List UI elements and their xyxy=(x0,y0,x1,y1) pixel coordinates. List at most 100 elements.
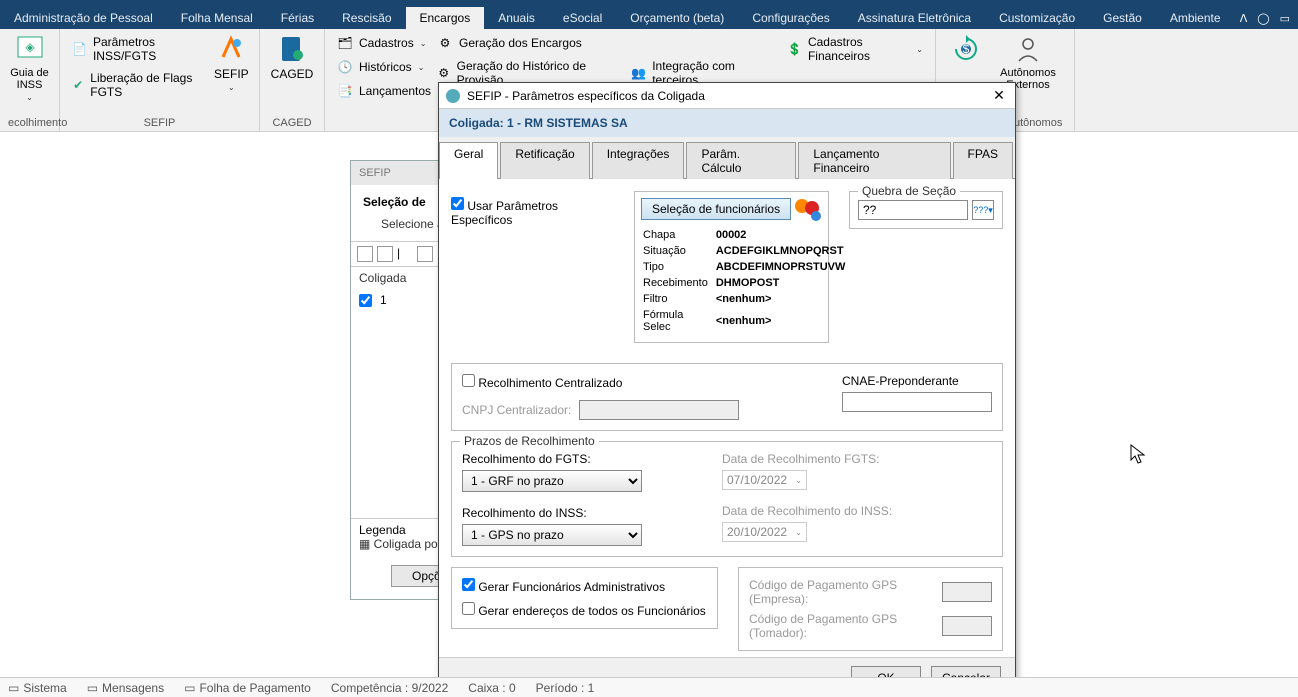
toolbar-icon[interactable] xyxy=(357,246,373,262)
svg-text:$: $ xyxy=(962,42,969,56)
kv-label: Filtro xyxy=(643,292,714,306)
toolbar-icon[interactable] xyxy=(417,246,433,262)
menu-folha[interactable]: Folha Mensal xyxy=(167,7,267,29)
legend-icon: ▦ xyxy=(359,537,374,551)
menu-esocial[interactable]: eSocial xyxy=(549,7,616,29)
gerar-enderecos-checkbox[interactable]: Gerar endereços de todos os Funcionários xyxy=(462,602,707,618)
kv-label: Recebimento xyxy=(643,276,714,290)
cursor-icon xyxy=(1130,444,1148,466)
menu-gestao[interactable]: Gestão xyxy=(1089,7,1156,29)
sefip-params-dialog: SEFIP - Parâmetros específicos da Coliga… xyxy=(438,82,1016,682)
kv-value: ABCDEFIMNOPRSTUVW xyxy=(716,260,852,274)
dialog-banner: Coligada: 1 - RM SISTEMAS SA xyxy=(439,109,1015,137)
status-caixa: Caixa : 0 xyxy=(468,681,515,695)
gerar-admin-checkbox[interactable]: Gerar Funcionários Administrativos xyxy=(462,578,707,594)
recolhimento-central-checkbox[interactable]: Recolhimento Centralizado xyxy=(462,374,822,390)
guia-inss-button[interactable]: ◈ Guia de INSS ⌄ xyxy=(8,33,51,102)
menu-anuais[interactable]: Anuais xyxy=(484,7,549,29)
tab-fpas[interactable]: FPAS xyxy=(953,142,1013,179)
rec-inss-label: Recolhimento do INSS: xyxy=(462,506,642,520)
row-checkbox[interactable] xyxy=(359,294,372,307)
help-icon[interactable]: ▭ xyxy=(1280,12,1290,25)
param-inss-fgts-button[interactable]: 📄Parâmetros INSS/FGTS xyxy=(68,33,200,65)
toolbar-icon[interactable] xyxy=(377,246,393,262)
cnae-label: CNAE-Preponderante xyxy=(842,374,992,388)
caged-button[interactable]: CAGED xyxy=(268,33,316,81)
close-button[interactable]: ✕ xyxy=(989,86,1009,106)
group-label: CAGED xyxy=(268,115,316,129)
chevron-down-icon: ⌄ xyxy=(228,83,235,92)
usar-param-checkbox[interactable]: Usar Parâmetros Específicos xyxy=(451,199,558,227)
liberacao-flags-button[interactable]: ✔Liberação de Flags FGTS xyxy=(68,69,200,101)
kv-value: ACDEFGIKLMNOPQRST xyxy=(716,244,852,258)
kv-value: DHMOPOST xyxy=(716,276,852,290)
kv-label: Situação xyxy=(643,244,714,258)
tab-param-calculo[interactable]: Parâm. Cálculo xyxy=(686,142,796,179)
group-label: SEFIP xyxy=(68,115,251,129)
gear-icon: ⚙ xyxy=(437,65,451,81)
menu-admin[interactable]: Administração de Pessoal xyxy=(0,7,167,29)
kv-label: Tipo xyxy=(643,260,714,274)
quebra-secao-label: Quebra de Seção xyxy=(858,184,960,198)
menu-encargos[interactable]: Encargos xyxy=(406,7,485,29)
refresh-icon: $ xyxy=(950,33,982,65)
status-sistema[interactable]: ▭Sistema xyxy=(8,681,67,695)
doc-icon: 📄 xyxy=(72,41,87,57)
rec-fgts-select[interactable]: 1 - GRF no prazo xyxy=(462,470,642,492)
collapse-icon[interactable]: ᐱ xyxy=(1240,12,1248,25)
tab-integracoes[interactable]: Integrações xyxy=(592,142,685,179)
data-fgts-input: 07/10/2022⌄ xyxy=(722,470,807,490)
cod-gps-tom-input xyxy=(942,616,992,636)
tab-lancamento[interactable]: Lançamento Financeiro xyxy=(798,142,950,179)
gear-icon: ⚙ xyxy=(437,35,453,51)
kv-value: <nenhum> xyxy=(716,292,852,306)
cnpj-input xyxy=(579,400,739,420)
history-icon: 🕓 xyxy=(337,59,353,75)
kv-label: Fórmula Selec xyxy=(643,308,714,334)
book-icon: ◈ xyxy=(14,33,46,65)
menu-config[interactable]: Configurações xyxy=(738,7,843,29)
geracao-encargos-button[interactable]: ⚙Geração dos Encargos xyxy=(433,33,767,53)
menu-rescisao[interactable]: Rescisão xyxy=(328,7,405,29)
data-fgts-label: Data de Recolhimento FGTS: xyxy=(722,452,892,466)
legend-text: Coligada po xyxy=(374,537,438,551)
cnae-input[interactable] xyxy=(842,392,992,412)
cadastros-financeiros-button[interactable]: 💲Cadastros Financeiros ⌄ xyxy=(783,33,927,65)
caged-icon xyxy=(276,33,308,65)
status-folha[interactable]: ▭Folha de Pagamento xyxy=(184,681,311,695)
chevron-down-icon: ⌄ xyxy=(795,476,802,485)
tab-geral[interactable]: Geral xyxy=(439,142,498,179)
kv-label: Chapa xyxy=(643,228,714,242)
quebra-secao-input[interactable] xyxy=(858,200,968,220)
menu-assinatura[interactable]: Assinatura Eletrônica xyxy=(844,7,985,29)
menu-ferias[interactable]: Férias xyxy=(267,7,328,29)
status-competencia: Competência : 9/2022 xyxy=(331,681,448,695)
kv-value: <nenhum> xyxy=(716,308,852,334)
person-icon xyxy=(1012,33,1044,65)
refresh-button[interactable]: $ xyxy=(944,33,987,65)
status-mensagens[interactable]: ▭Mensagens xyxy=(87,681,164,695)
selecao-funcionarios-button[interactable]: Seleção de funcionários xyxy=(641,198,791,220)
rec-inss-select[interactable]: 1 - GPS no prazo xyxy=(462,524,642,546)
chevron-down-icon: ⌄ xyxy=(418,63,425,72)
status-bar: ▭Sistema ▭Mensagens ▭Folha de Pagamento … xyxy=(0,677,1298,697)
data-inss-input: 20/10/2022⌄ xyxy=(722,522,807,542)
globe-icon[interactable]: ◯ xyxy=(1257,12,1269,25)
card-icon: 🗂 xyxy=(337,35,353,51)
main-menu: Administração de Pessoal Folha Mensal Fé… xyxy=(0,7,1298,29)
sefip-button[interactable]: SEFIP ⌄ xyxy=(212,33,251,92)
tab-retificacao[interactable]: Retificação xyxy=(500,142,589,179)
sefip-icon xyxy=(215,33,247,65)
status-periodo: Período : 1 xyxy=(536,681,595,695)
menu-ambiente[interactable]: Ambiente xyxy=(1156,7,1235,29)
people-icon: 👥 xyxy=(631,65,646,81)
chevron-down-icon: ⌄ xyxy=(795,528,802,537)
prazos-label: Prazos de Recolhimento xyxy=(460,434,599,448)
menu-custom[interactable]: Customização xyxy=(985,7,1089,29)
cod-gps-emp-label: Código de Pagamento GPS (Empresa): xyxy=(749,578,942,606)
lookup-button[interactable]: ???▾ xyxy=(972,200,994,220)
menu-orcamento[interactable]: Orçamento (beta) xyxy=(616,7,738,29)
toolbar-icon[interactable]: | xyxy=(397,246,413,262)
money-icon: 💲 xyxy=(787,41,802,57)
dialog-title: SEFIP - Parâmetros específicos da Coliga… xyxy=(467,89,989,103)
